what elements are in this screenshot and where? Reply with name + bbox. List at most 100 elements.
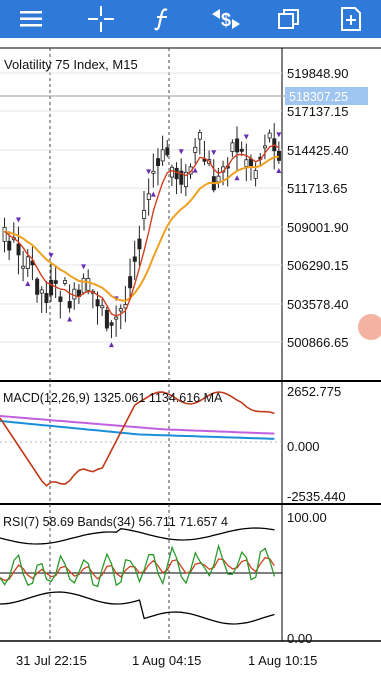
rsi-line bbox=[0, 543, 276, 588]
trade-button[interactable]: $ bbox=[201, 0, 251, 38]
candle-body bbox=[2, 227, 7, 242]
chart-area[interactable]: Volatility 75 Index, M15 519848.90 51713… bbox=[0, 38, 381, 673]
time-axis-label: 1 Aug 10:15 bbox=[248, 653, 317, 668]
fractal-marker bbox=[243, 134, 249, 140]
vertical-gridlines bbox=[49, 48, 170, 641]
indicators-button[interactable] bbox=[138, 0, 188, 38]
candle-body bbox=[35, 278, 40, 295]
time-axis-label: 31 Jul 22:15 bbox=[16, 653, 87, 668]
price-scale-label: 514425.40 bbox=[287, 143, 348, 158]
rsi-scale-label: 100.00 bbox=[287, 510, 327, 525]
horizontal-gridlines bbox=[0, 72, 282, 343]
fractal-marker bbox=[211, 150, 217, 156]
fractal-marker bbox=[178, 149, 184, 155]
candle-body bbox=[230, 142, 235, 152]
candle-body bbox=[142, 210, 147, 219]
fractal-marker bbox=[276, 167, 282, 173]
new-order-button[interactable] bbox=[326, 0, 376, 38]
candle-body bbox=[25, 256, 30, 269]
candle-body bbox=[100, 305, 105, 309]
price-scale-label: 500866.65 bbox=[287, 335, 348, 350]
price-scale-label: 506290.15 bbox=[287, 258, 348, 273]
time-axis: 31 Jul 22:15 1 Aug 04:15 1 Aug 10:15 bbox=[16, 653, 317, 668]
candle-body bbox=[146, 193, 151, 200]
candle-body bbox=[7, 240, 12, 251]
one-click-trading-handle[interactable] bbox=[358, 314, 381, 340]
candle-body bbox=[244, 159, 249, 167]
fractal-markers bbox=[15, 132, 282, 348]
fractal-marker bbox=[276, 132, 282, 138]
fractal-marker bbox=[67, 316, 73, 322]
candle-body bbox=[174, 167, 179, 180]
candle-body bbox=[197, 132, 202, 140]
candle-body bbox=[253, 170, 258, 179]
current-price-label: 518307.25 bbox=[289, 90, 348, 104]
candle-body bbox=[53, 280, 58, 284]
price-scale-label: 511713.65 bbox=[287, 181, 348, 196]
candle-body bbox=[72, 288, 77, 300]
macd-scale-label: -2535.440 bbox=[287, 489, 346, 504]
candle-body bbox=[49, 279, 54, 296]
chart-canvas[interactable]: Volatility 75 Index, M15 519848.90 51713… bbox=[0, 38, 381, 673]
candle-body bbox=[193, 146, 198, 153]
candle-body bbox=[276, 150, 281, 161]
candle-body bbox=[267, 132, 272, 139]
candle-body bbox=[44, 293, 49, 304]
crosshair-button[interactable] bbox=[76, 0, 126, 38]
new-order-icon bbox=[341, 7, 361, 31]
candle-body bbox=[118, 308, 123, 312]
candle-body bbox=[169, 166, 174, 178]
price-scale-label: 503578.40 bbox=[287, 297, 348, 312]
candle-body bbox=[160, 149, 165, 162]
menu-button[interactable] bbox=[6, 0, 56, 38]
candle-body bbox=[109, 322, 114, 326]
candlestick-series bbox=[2, 123, 281, 339]
fractal-marker bbox=[150, 191, 156, 197]
fractal-marker bbox=[81, 264, 87, 270]
macd-oscillator-line bbox=[0, 391, 275, 487]
candle-body bbox=[104, 310, 109, 329]
price-scale-label: 517137.15 bbox=[287, 104, 348, 119]
time-axis-label: 1 Aug 04:15 bbox=[132, 653, 201, 668]
crosshair-icon bbox=[88, 6, 114, 32]
candle-body bbox=[151, 170, 156, 174]
candle-body bbox=[137, 238, 142, 250]
candle-body bbox=[86, 278, 91, 291]
candle-body bbox=[239, 148, 244, 152]
candle-body bbox=[95, 299, 100, 307]
windows-button[interactable] bbox=[264, 0, 314, 38]
rsi-scale-label: 0.00 bbox=[287, 631, 312, 646]
rsi-label: RSI(7) 58.69 Bands(34) 56.711 71.657 4 bbox=[3, 515, 228, 529]
menu-icon bbox=[20, 11, 42, 27]
fractal-marker bbox=[234, 175, 240, 181]
candle-body bbox=[21, 265, 26, 269]
candle-body bbox=[67, 301, 72, 309]
fractal-marker bbox=[108, 342, 114, 348]
price-scale: 519848.90 517137.15 514425.40 511713.65 … bbox=[287, 66, 348, 350]
rsi-upper-band bbox=[0, 527, 275, 545]
candle-body bbox=[16, 243, 21, 256]
macd-label: MACD(12,26,9) 1325.061 1134.616 MA bbox=[3, 391, 223, 405]
top-toolbar: $ bbox=[0, 0, 381, 38]
fractal-marker bbox=[48, 253, 54, 259]
price-scale-label: 519848.90 bbox=[287, 66, 348, 81]
macd-scale-label: 2652.775 bbox=[287, 384, 341, 399]
candle-body bbox=[165, 147, 170, 156]
fractal-marker bbox=[146, 169, 152, 175]
macd-scale-label: 0.000 bbox=[287, 439, 320, 454]
candle-body bbox=[132, 256, 137, 262]
candle-body bbox=[128, 276, 133, 289]
candle-body bbox=[114, 316, 119, 320]
symbol-title: Volatility 75 Index, M15 bbox=[4, 57, 138, 72]
candle-body bbox=[262, 145, 267, 149]
candle-body bbox=[58, 296, 63, 302]
rsi-lower-band bbox=[0, 591, 275, 625]
candle-body bbox=[216, 175, 221, 183]
windows-icon bbox=[278, 9, 299, 29]
candle-body bbox=[63, 280, 68, 284]
fractal-marker bbox=[25, 280, 31, 286]
candle-body bbox=[235, 138, 240, 153]
candle-body bbox=[156, 158, 161, 167]
svg-text:$: $ bbox=[221, 10, 231, 30]
fractal-marker bbox=[15, 217, 21, 223]
